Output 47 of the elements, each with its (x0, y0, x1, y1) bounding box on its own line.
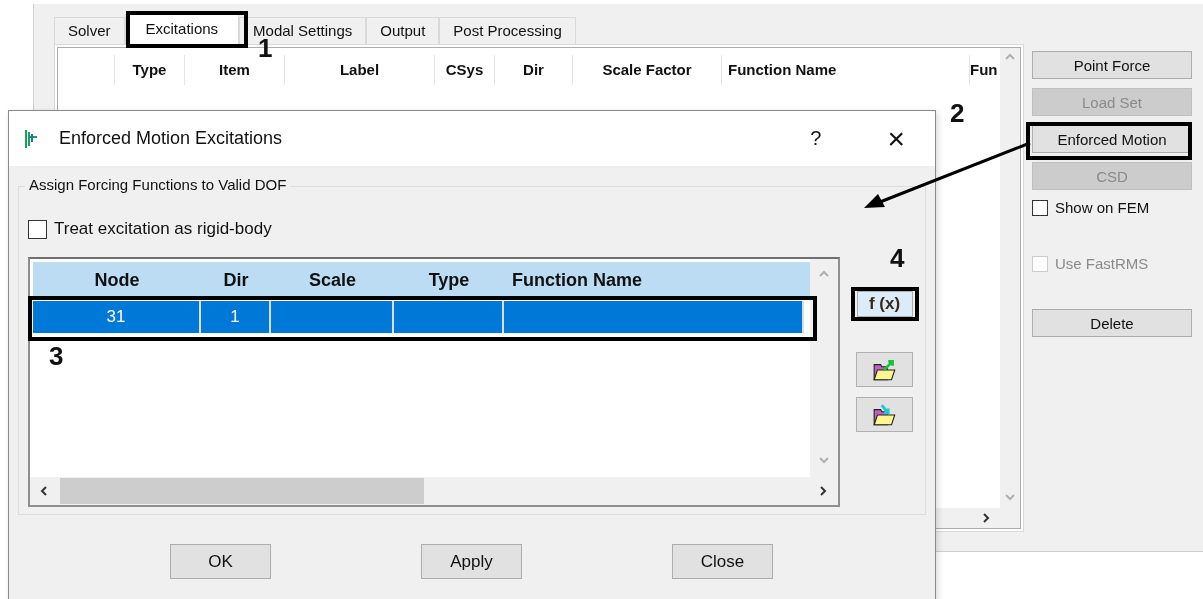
vertical-scrollbar[interactable] (1000, 48, 1020, 508)
callout-number: 3 (49, 343, 64, 369)
side-button[interactable]: Point Force (1032, 51, 1192, 79)
help-button[interactable]: ? (810, 127, 822, 150)
column-header[interactable]: Label (285, 55, 435, 85)
close-button[interactable]: × (887, 123, 905, 154)
highlight-frame (851, 287, 919, 321)
column-header[interactable]: CSys (435, 55, 495, 85)
checkbox[interactable] (28, 219, 47, 239)
chevron-right-icon[interactable] (980, 512, 992, 524)
column-header[interactable]: Node (33, 262, 201, 298)
group-label: Assign Forcing Functions to Valid DOF (25, 176, 291, 193)
function-button[interactable]: f (x) (856, 291, 913, 317)
tab[interactable]: Output (366, 17, 440, 44)
grid-row[interactable]: 31 1 (33, 301, 804, 333)
dialog-button[interactable]: Close (672, 544, 773, 579)
checkbox-label: Use FastRMS (1055, 255, 1149, 272)
grid-cell[interactable]: 1 (201, 301, 271, 333)
tab[interactable]: Solver (54, 17, 125, 44)
column-header[interactable]: Dir (201, 262, 271, 298)
column-header[interactable]: Scale (271, 262, 394, 298)
tab[interactable]: Post Processing (439, 17, 576, 44)
callout-number: 2 (950, 100, 965, 126)
callout-number: 4 (890, 245, 905, 271)
column-header[interactable]: Function Name (722, 55, 970, 85)
checkbox[interactable] (1032, 199, 1048, 216)
column-header[interactable]: Type (394, 262, 504, 298)
column-header[interactable]: Type (115, 55, 185, 85)
export-button[interactable] (856, 352, 913, 387)
folder-arrow-out-icon (871, 357, 898, 382)
horizontal-scrollbar[interactable] (30, 477, 838, 505)
vertical-scrollbar[interactable] (810, 259, 838, 477)
checkbox-label: Show on FEM (1055, 199, 1150, 216)
import-button[interactable] (856, 397, 913, 432)
chevron-right-icon[interactable] (817, 485, 829, 497)
dialog-title: Enforced Motion Excitations (59, 128, 283, 149)
checkbox-label: Treat excitation as rigid-body (54, 219, 272, 239)
column-header[interactable]: Dir (495, 55, 573, 85)
waveform-icon (23, 127, 39, 150)
dialog-button[interactable]: Apply (421, 544, 522, 579)
dialog-button[interactable]: OK (170, 544, 271, 579)
column-header[interactable]: Function Name (504, 262, 804, 298)
column-header[interactable]: Fun (970, 55, 1003, 85)
side-button[interactable]: Delete (1032, 309, 1192, 337)
folder-arrow-in-icon (871, 402, 898, 427)
column-header[interactable]: Scale Factor (573, 55, 722, 85)
grid-cell[interactable]: 31 (33, 301, 201, 333)
